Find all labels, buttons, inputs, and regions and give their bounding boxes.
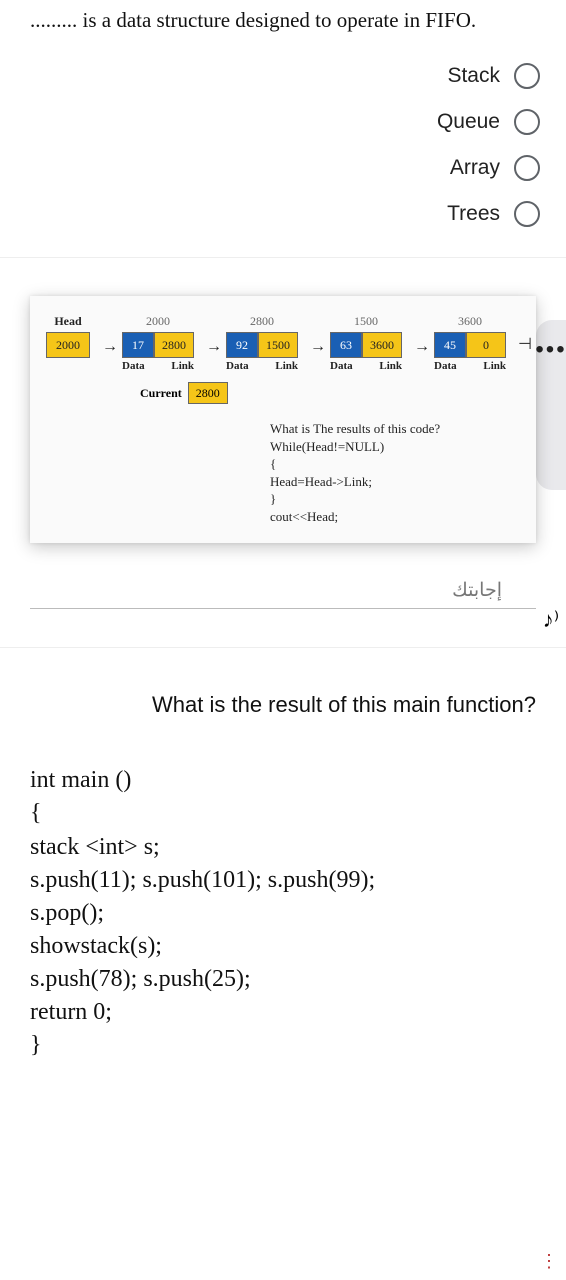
node-addr: 1500 [354, 314, 378, 329]
code-line: Head=Head->Link; [270, 473, 526, 491]
list-node: 3600 45 0 Data Link [434, 314, 506, 372]
list-node: 2000 17 2800 Data Link [122, 314, 194, 372]
code-line: { [270, 455, 526, 473]
code-line: s.push(11); s.push(101); s.push(99); [30, 864, 566, 897]
node-data: 63 [330, 332, 362, 358]
node-link: 0 [466, 332, 506, 358]
link-label: Link [483, 360, 506, 372]
code-line: return 0; [30, 996, 566, 1029]
node-link: 2800 [154, 332, 194, 358]
arrow-icon: → [102, 338, 118, 360]
linked-list-row: Head 2000 → 2000 17 2800 Data Link → [40, 314, 526, 372]
code-line: What is The results of this code? [270, 420, 526, 438]
option-row-array[interactable]: Array [0, 145, 566, 191]
code-line: { [30, 797, 566, 830]
code-line: stack <int> s; [30, 831, 566, 864]
option-row-stack[interactable]: Stack [0, 53, 566, 99]
data-label: Data [122, 360, 145, 372]
node-link: 1500 [258, 332, 298, 358]
node-data: 92 [226, 332, 258, 358]
node-data: 45 [434, 332, 466, 358]
link-label: Link [171, 360, 194, 372]
data-label: Data [330, 360, 353, 372]
head-label: Head [54, 314, 81, 329]
question-1-card: ......... is a data structure designed t… [0, 0, 566, 237]
code-line: showstack(s); [30, 930, 566, 963]
node-addr: 3600 [458, 314, 482, 329]
question-3-card: ?What is the result of this main functio… [0, 647, 566, 1062]
overflow-menu-pill[interactable]: ••• [536, 320, 566, 490]
code-line: } [30, 1029, 566, 1062]
option-label: Array [450, 156, 500, 180]
option-label: Queue [437, 110, 500, 134]
dots-icon: ••• [535, 336, 566, 364]
music-float-icon[interactable]: ♪⁾ [536, 595, 566, 645]
list-node: 2800 92 1500 Data Link [226, 314, 298, 372]
code-line: } [270, 490, 526, 508]
list-node: 1500 63 3600 Data Link [330, 314, 402, 372]
code-line: s.push(78); s.push(25); [30, 963, 566, 996]
link-label: Link [379, 360, 402, 372]
option-row-trees[interactable]: Trees [0, 191, 566, 237]
q3-title: ?What is the result of this main functio… [0, 692, 566, 718]
arrow-icon: → [414, 338, 430, 360]
node-addr: 2000 [146, 314, 170, 329]
current-row: Current 2800 [140, 382, 526, 404]
corner-icon: ⋮ [540, 1251, 558, 1272]
node-link: 3600 [362, 332, 402, 358]
answer-input-label[interactable]: إجابتك [30, 573, 536, 609]
link-label: Link [275, 360, 298, 372]
linked-list-diagram: Head 2000 → 2000 17 2800 Data Link → [30, 296, 536, 543]
code-line: While(Head!=NULL) [270, 438, 526, 456]
question-2-card: Head 2000 → 2000 17 2800 Data Link → [0, 257, 566, 629]
q1-text: ......... is a data structure designed t… [0, 0, 566, 53]
option-label: Trees [447, 202, 500, 226]
arrow-icon: → [310, 338, 326, 360]
option-label: Stack [447, 64, 500, 88]
current-label: Current [140, 386, 182, 401]
data-label: Data [434, 360, 457, 372]
radio-icon[interactable] [514, 63, 540, 89]
node-data: 17 [122, 332, 154, 358]
data-label: Data [226, 360, 249, 372]
head-column: Head 2000 [46, 314, 90, 372]
node-addr: 2800 [250, 314, 274, 329]
code-line: cout<<Head; [270, 508, 526, 526]
current-cell: 2800 [188, 382, 228, 404]
head-cell: 2000 [46, 332, 90, 358]
option-row-queue[interactable]: Queue [0, 99, 566, 145]
code-question-block: What is The results of this code? While(… [270, 420, 526, 525]
code-line: int main () [30, 764, 566, 797]
arrow-icon: → [206, 338, 222, 360]
code-line: s.pop(); [30, 897, 566, 930]
radio-icon[interactable] [514, 155, 540, 181]
radio-icon[interactable] [514, 109, 540, 135]
arrow-end-icon: ⊣ [518, 334, 532, 358]
q3-code-block: int main () { stack <int> s; s.push(11);… [0, 718, 566, 1062]
radio-icon[interactable] [514, 201, 540, 227]
